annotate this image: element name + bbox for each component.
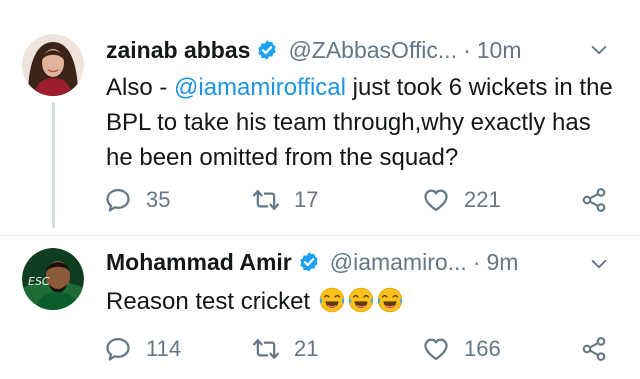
separator: ·: [472, 248, 481, 275]
avatar[interactable]: ESC: [22, 248, 84, 310]
reply-button[interactable]: 35: [104, 183, 170, 217]
avatar-photo: ESC: [22, 248, 84, 310]
tweet-text-prefix: Also -: [106, 74, 175, 101]
tweet-zainab-abbas[interactable]: zainab abbas @ZAbbasOffic... · 10m Also …: [0, 0, 640, 236]
tweet-actions: 114 21 166: [104, 332, 614, 366]
retweet-icon: [252, 335, 280, 363]
author-handle[interactable]: @ZAbbasOffic...: [288, 37, 457, 64]
timestamp[interactable]: 10m: [477, 37, 522, 64]
retweet-count: 17: [294, 187, 319, 212]
reply-icon: [104, 335, 132, 363]
like-icon: [422, 335, 450, 363]
timestamp[interactable]: 9m: [487, 249, 519, 276]
chevron-down-icon[interactable]: [588, 253, 610, 275]
like-icon: [422, 186, 450, 214]
author-name[interactable]: Mohammad Amir: [106, 249, 292, 276]
avatar-photo: [22, 34, 84, 96]
thread-connector-line: [52, 102, 55, 228]
avatar[interactable]: [22, 34, 84, 96]
tears-of-joy-emoji-icon: [347, 286, 375, 314]
reply-button[interactable]: 114: [104, 332, 181, 366]
tweet-header: zainab abbas @ZAbbasOffic... · 10m: [106, 34, 522, 66]
tweet-text: Also - @iamamiroffical just took 6 wicke…: [106, 70, 616, 175]
tweet-mohammad-amir[interactable]: ESC Mohammad Amir @iamamiro... · 9m Reas…: [0, 236, 640, 379]
tweet-text-body: Reason test cricket: [106, 288, 311, 315]
retweet-icon: [252, 186, 280, 214]
tears-of-joy-emoji-icon: [376, 286, 404, 314]
share-icon: [580, 186, 608, 214]
tweet-actions: 35 17 221: [104, 183, 614, 217]
tears-of-joy-emoji-icon: [318, 286, 346, 314]
author-handle[interactable]: @iamamiro...: [330, 249, 467, 276]
svg-text:ESC: ESC: [28, 275, 50, 288]
reply-count: 114: [146, 336, 182, 361]
retweet-count: 21: [294, 336, 319, 361]
reply-icon: [104, 186, 132, 214]
like-count: 221: [464, 187, 501, 212]
separator: ·: [463, 36, 471, 63]
share-button[interactable]: [580, 183, 608, 217]
author-name[interactable]: zainab abbas: [106, 37, 250, 64]
verified-badge-icon: [256, 39, 278, 61]
like-button[interactable]: 166: [422, 332, 501, 366]
share-button[interactable]: [580, 332, 608, 366]
tweet-header: Mohammad Amir @iamamiro... · 9m: [106, 246, 518, 278]
like-count: 166: [464, 336, 501, 361]
retweet-button[interactable]: 21: [252, 332, 318, 366]
retweet-button[interactable]: 17: [252, 183, 318, 217]
reply-count: 35: [146, 187, 171, 212]
verified-badge-icon: [298, 251, 320, 273]
like-button[interactable]: 221: [422, 183, 501, 217]
share-icon: [580, 335, 608, 363]
chevron-down-icon[interactable]: [588, 39, 610, 61]
tweet-text: Reason test cricket: [106, 284, 616, 319]
mention-link[interactable]: @iamamiroffical: [174, 74, 346, 101]
